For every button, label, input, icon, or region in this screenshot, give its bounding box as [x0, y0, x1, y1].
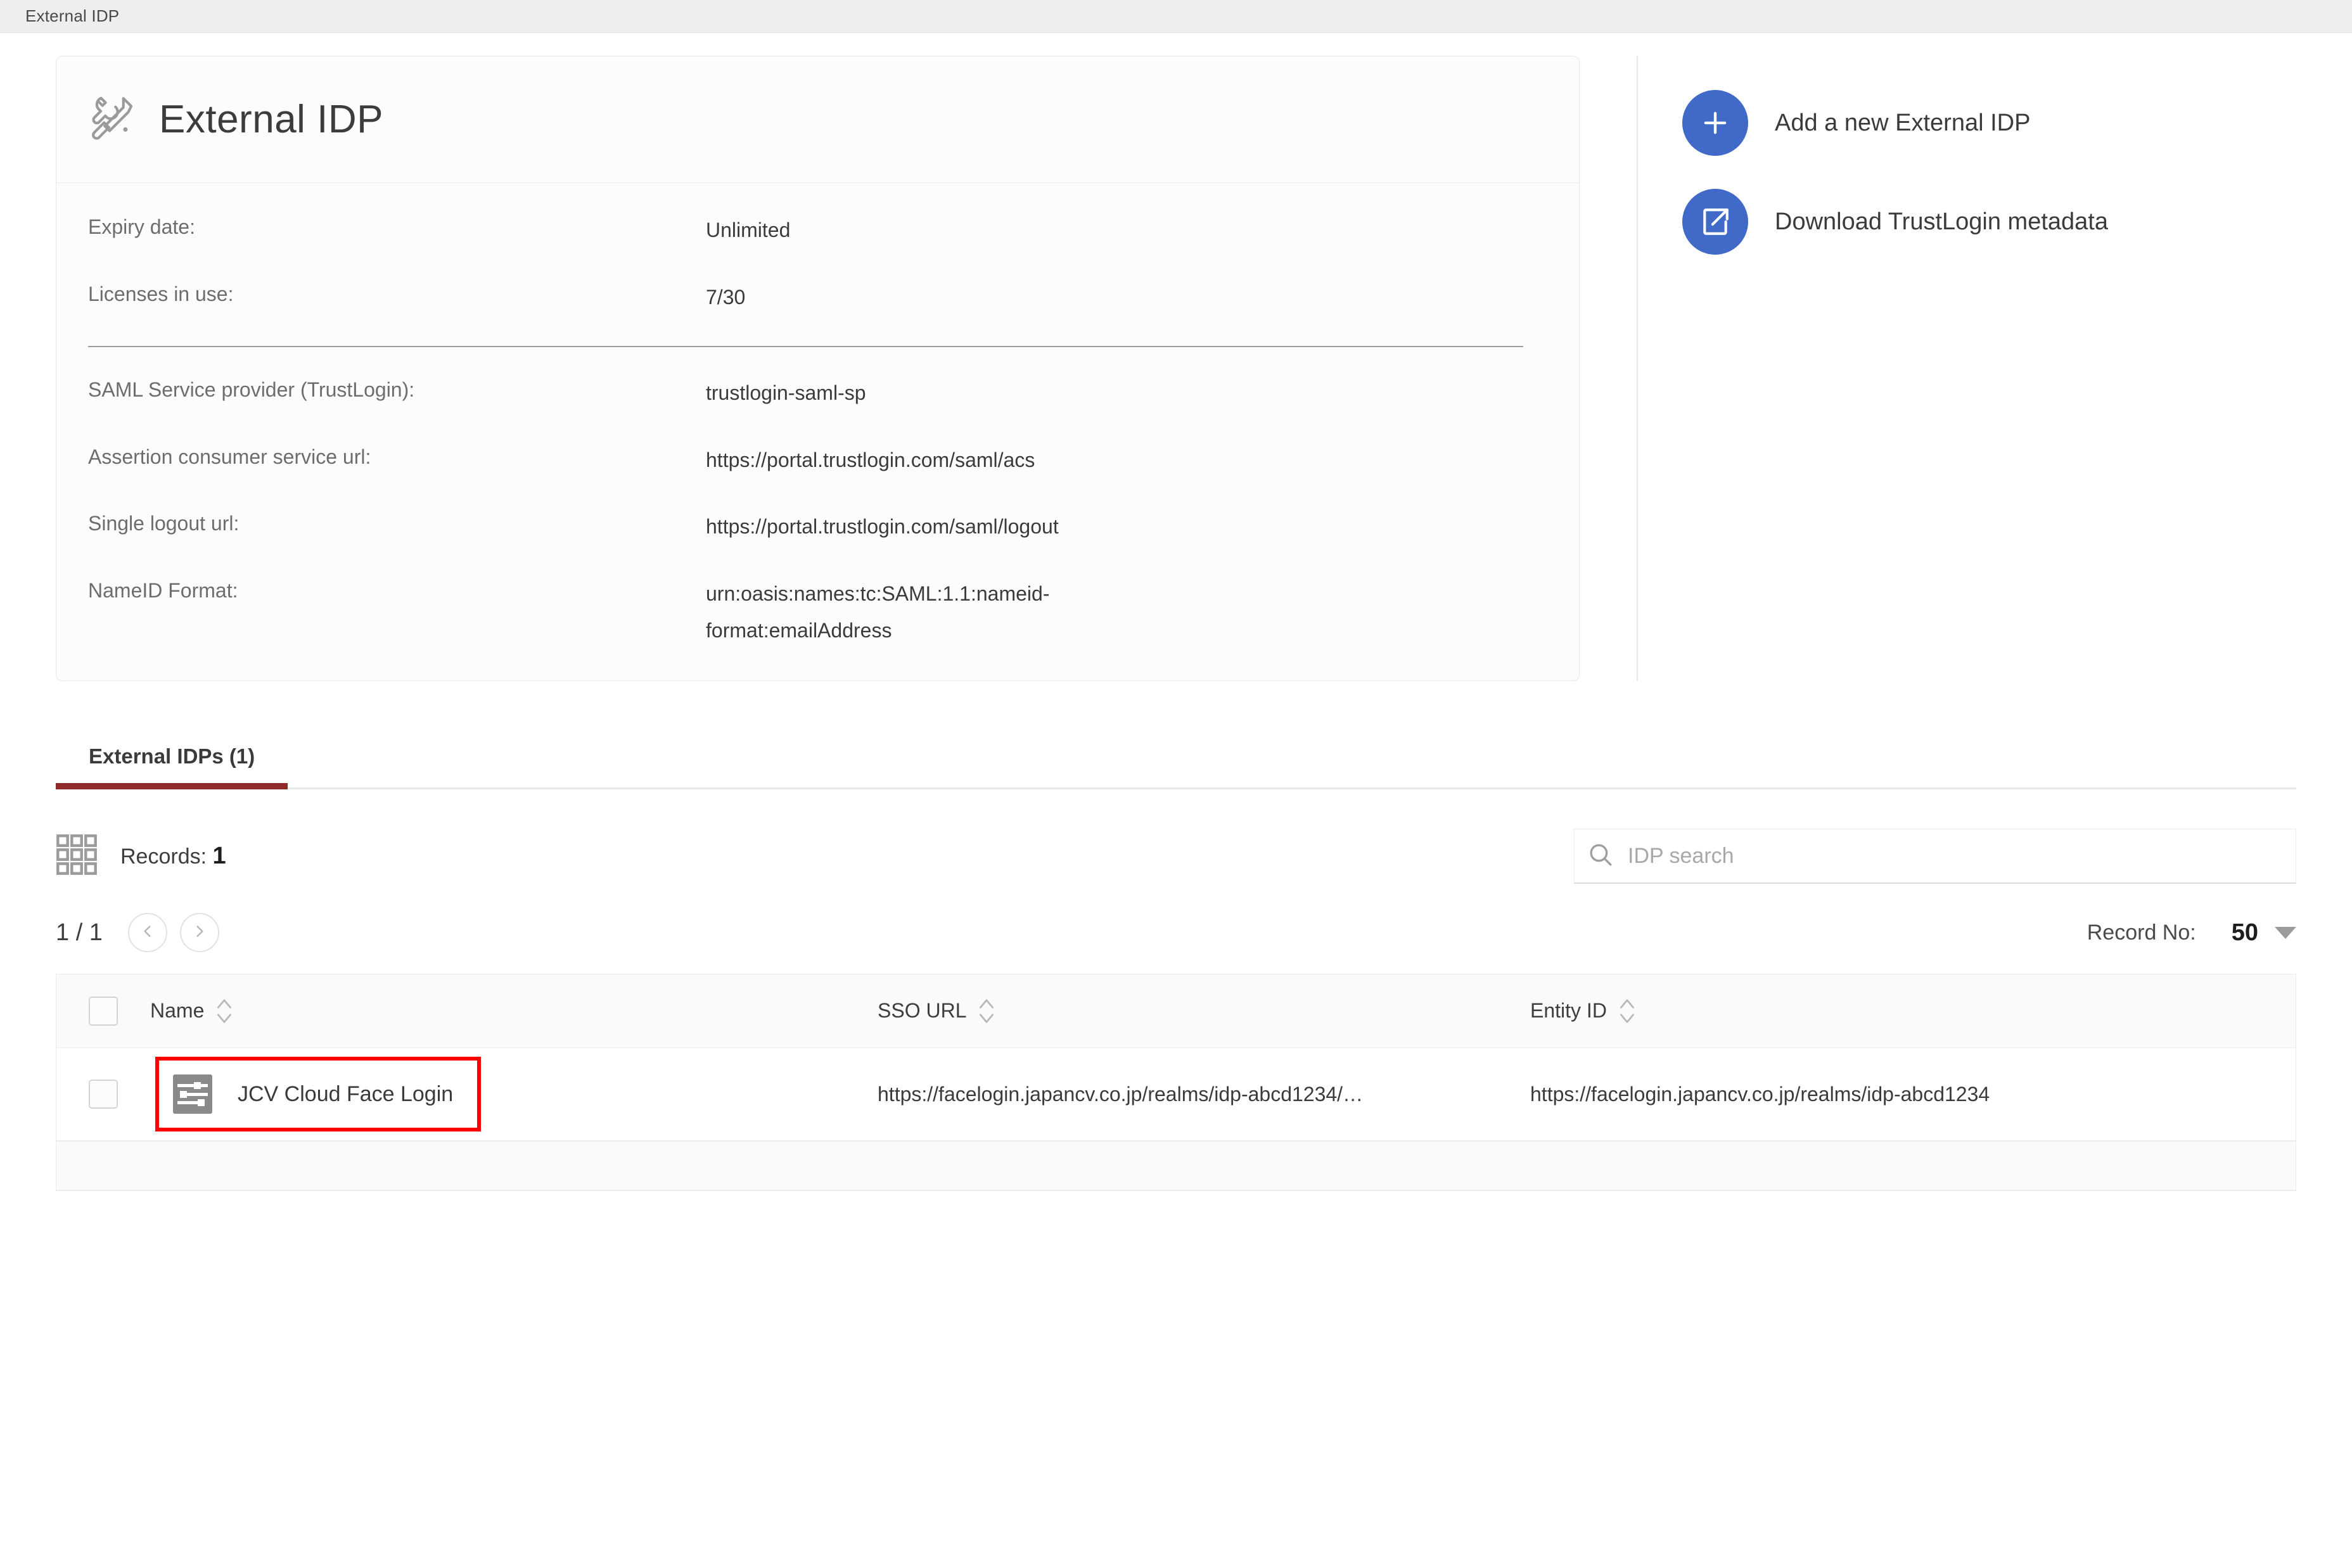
- field-label: Single logout url:: [88, 512, 240, 535]
- column-label: Entity ID: [1530, 999, 1607, 1023]
- records-bar: Records: 1: [0, 829, 2352, 884]
- breadcrumb-bar: External IDP: [0, 0, 2352, 33]
- tab-external-idps[interactable]: External IDPs (1): [56, 744, 288, 790]
- idp-table: Name SSO URL Entity ID JCV Cloud Face Lo…: [56, 974, 2296, 1192]
- column-label: Name: [150, 999, 205, 1023]
- field-single-logout-url: Single logout url: https://portal.trustl…: [88, 509, 1547, 545]
- page-title: External IDP: [159, 98, 384, 141]
- field-value: https://portal.trustlogin.com/saml/acs: [706, 448, 1035, 471]
- field-assertion-consumer-service-url: Assertion consumer service url: https://…: [88, 442, 1547, 479]
- pagination-bar: 1 / 1 Record No: 50: [0, 913, 2352, 953]
- search-icon: [1587, 841, 1614, 871]
- actions-panel: Add a new External IDP Download TrustLog…: [1638, 56, 2108, 681]
- sliders-icon: [173, 1074, 212, 1114]
- search-input[interactable]: [1628, 843, 2283, 869]
- section-divider: [88, 346, 1523, 348]
- idp-search-box: [1574, 829, 2296, 884]
- highlight-box: JCV Cloud Face Login: [155, 1057, 482, 1132]
- row-name-label: JCV Cloud Face Login: [238, 1081, 454, 1106]
- external-link-icon: [1682, 189, 1748, 255]
- table-row[interactable]: JCV Cloud Face Login https://facelogin.j…: [56, 1048, 2296, 1142]
- table-header-row: Name SSO URL Entity ID: [56, 974, 2296, 1049]
- row-checkbox[interactable]: [89, 1080, 118, 1109]
- field-label: NameID Format:: [88, 578, 238, 602]
- field-nameid-format: NameID Format: urn:oasis:names:tc:SAML:1…: [88, 576, 1547, 649]
- field-label: Licenses in use:: [88, 282, 234, 305]
- select-all-cell: [56, 996, 150, 1026]
- field-licenses-in-use: Licenses in use: 7/30: [88, 279, 1547, 316]
- records-count: 1: [212, 843, 226, 870]
- sort-icon[interactable]: [215, 997, 233, 1026]
- field-value: Unlimited: [706, 219, 791, 241]
- record-no-value: 50: [2231, 919, 2258, 946]
- chevron-right-icon: [191, 923, 208, 943]
- grid-icon: [56, 834, 98, 879]
- field-value: urn:oasis:names:tc:SAML:1.1:nameid-forma…: [706, 582, 1050, 642]
- action-label: Download TrustLogin metadata: [1775, 208, 2108, 235]
- pagination-left: 1 / 1: [56, 913, 232, 953]
- search-inner: [1574, 829, 2296, 884]
- column-label: SSO URL: [878, 999, 967, 1023]
- field-label: Assertion consumer service url:: [88, 445, 371, 468]
- tab-label: External IDPs (1): [89, 744, 255, 768]
- next-page-button[interactable]: [179, 913, 219, 953]
- tab-list: External IDPs (1): [56, 744, 2296, 790]
- card-header: External IDP: [56, 56, 1579, 183]
- download-trustlogin-metadata-button[interactable]: Download TrustLogin metadata: [1682, 189, 2108, 255]
- external-idp-card: External IDP Expiry date: Unlimited Lice…: [56, 56, 1580, 682]
- field-value: trustlogin-saml-sp: [706, 381, 866, 405]
- records-label: Records: 1: [120, 843, 226, 870]
- row-sso-url: https://facelogin.japancv.co.jp/realms/i…: [878, 1082, 1364, 1106]
- sort-icon[interactable]: [978, 997, 995, 1026]
- tools-icon: [88, 94, 136, 145]
- record-no-label: Record No:: [2087, 920, 2196, 945]
- field-value: https://portal.trustlogin.com/saml/logou…: [706, 515, 1059, 539]
- tabs-section: External IDPs (1): [0, 744, 2352, 790]
- row-select-cell: [56, 1080, 150, 1109]
- sort-icon[interactable]: [1618, 997, 1636, 1026]
- column-header-sso-url[interactable]: SSO URL: [878, 997, 1530, 1026]
- chevron-down-icon[interactable]: [2275, 926, 2296, 939]
- field-expiry-date: Expiry date: Unlimited: [88, 212, 1547, 249]
- row-sso-url-cell: https://facelogin.japancv.co.jp/realms/i…: [878, 1083, 1530, 1106]
- field-label: SAML Service provider (TrustLogin):: [88, 378, 415, 402]
- chevron-left-icon: [139, 923, 156, 943]
- card-body: Expiry date: Unlimited Licenses in use: …: [56, 183, 1579, 680]
- records-label-text: Records:: [120, 845, 207, 869]
- upper-region: External IDP Expiry date: Unlimited Lice…: [0, 33, 2352, 682]
- page-indicator: 1 / 1: [56, 919, 103, 946]
- table-row-partial: [56, 1142, 2296, 1192]
- column-header-entity-id[interactable]: Entity ID: [1530, 997, 2296, 1026]
- column-header-name[interactable]: Name: [150, 997, 878, 1026]
- plus-icon: [1682, 90, 1748, 156]
- field-label: Expiry date:: [88, 215, 195, 238]
- row-entity-id-cell: https://facelogin.japancv.co.jp/realms/i…: [1530, 1083, 2296, 1106]
- records-summary: Records: 1: [56, 834, 226, 879]
- field-value: 7/30: [706, 285, 746, 309]
- select-all-checkbox[interactable]: [89, 996, 118, 1026]
- row-entity-id: https://facelogin.japancv.co.jp/realms/i…: [1530, 1082, 1990, 1106]
- add-new-external-idp-button[interactable]: Add a new External IDP: [1682, 90, 2108, 156]
- field-saml-service-provider: SAML Service provider (TrustLogin): trus…: [88, 375, 1547, 412]
- record-no-selector[interactable]: Record No: 50: [2087, 919, 2296, 947]
- action-label: Add a new External IDP: [1775, 109, 2031, 136]
- prev-page-button[interactable]: [127, 913, 167, 953]
- breadcrumb: External IDP: [25, 6, 120, 25]
- row-name-cell[interactable]: JCV Cloud Face Login: [150, 1057, 878, 1132]
